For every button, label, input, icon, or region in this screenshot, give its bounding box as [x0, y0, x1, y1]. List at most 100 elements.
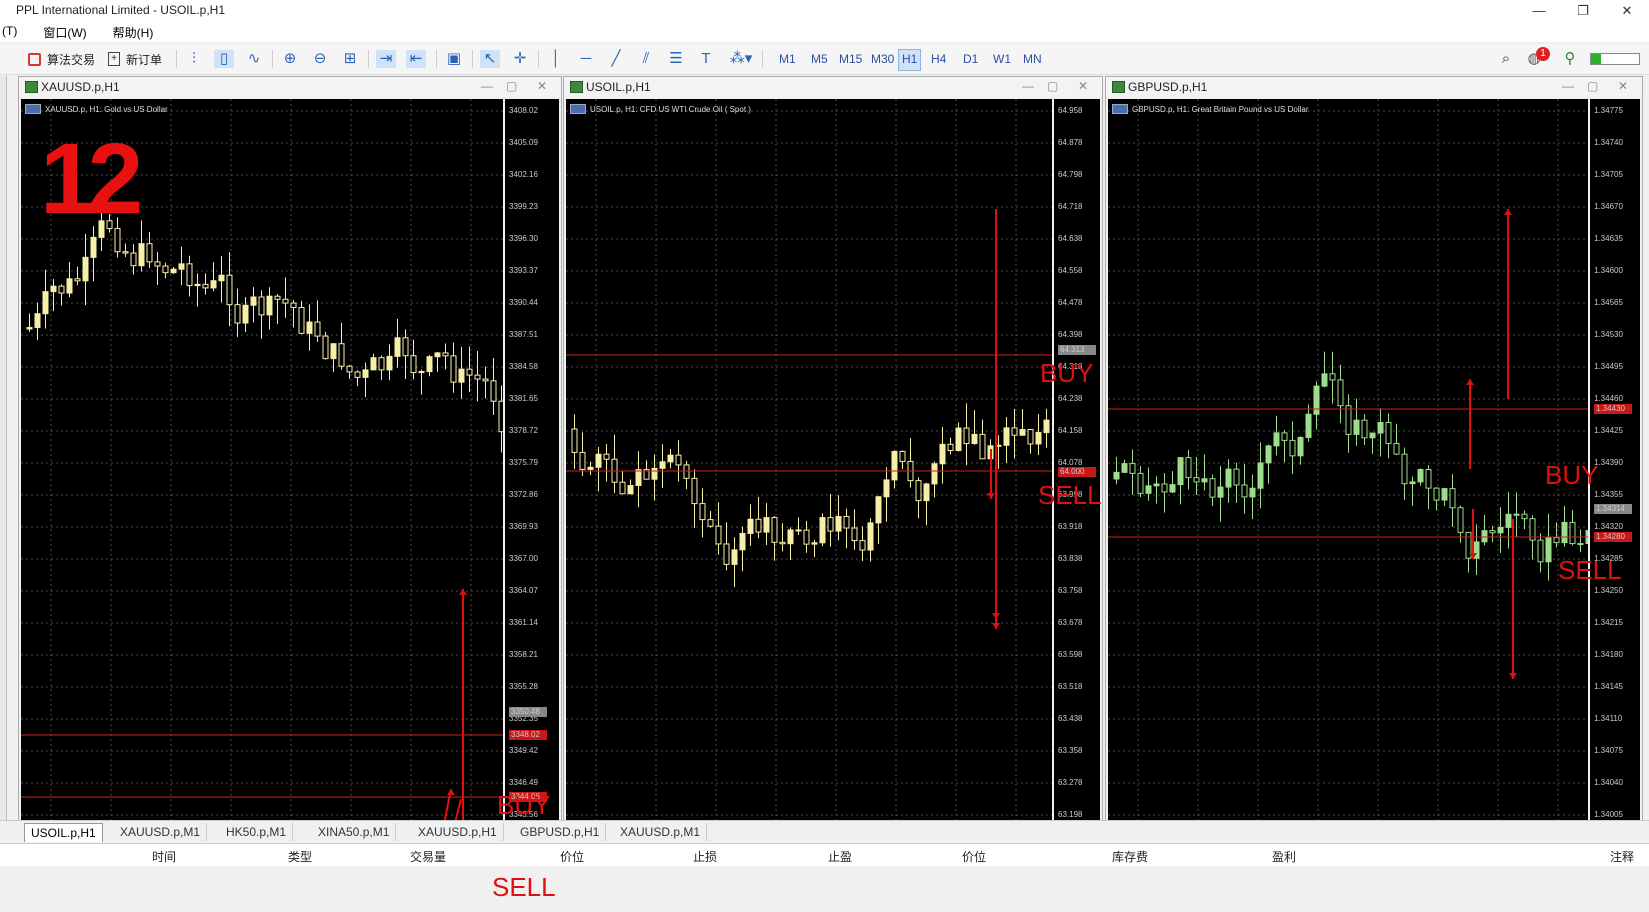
new-order-button[interactable]: + 新订单: [108, 48, 162, 70]
signal-icon[interactable]: ⚲: [1560, 50, 1580, 68]
tile-windows-icon[interactable]: ⊞: [340, 50, 360, 68]
timeframe-h1[interactable]: H1: [898, 49, 922, 71]
price-tick: 64.398: [1058, 330, 1083, 339]
chart-plot[interactable]: USOIL.p, H1: CFD US WTI Crude Oil ( Spot…: [566, 99, 1052, 825]
chart-symbol-description: GBPUSD.p, H1: Great Britain Pound vs US …: [1132, 104, 1309, 114]
minimize-button[interactable]: —: [1517, 0, 1561, 22]
candle-body: [659, 461, 666, 469]
candle-body: [1241, 484, 1248, 498]
candle-body: [450, 355, 457, 383]
tab-xauusd-h1[interactable]: XAUUSD.p,H1: [412, 823, 504, 841]
col-profit[interactable]: 盈利: [1272, 848, 1296, 865]
minimize-chart-icon[interactable]: —: [1022, 79, 1034, 93]
timeframe-mn[interactable]: MN: [1020, 49, 1045, 69]
price-tick: 1.34600: [1594, 266, 1623, 275]
col-swap[interactable]: 库存费: [1112, 848, 1148, 865]
bar-chart-icon[interactable]: ⫶: [184, 50, 204, 68]
tab-xauusd-m1[interactable]: XAUUSD.p,M1: [114, 823, 208, 841]
candle-body: [1217, 486, 1224, 498]
col-current-price[interactable]: 价位: [962, 848, 986, 865]
autoscroll-icon[interactable]: ⇥: [376, 50, 396, 68]
candle-body: [250, 296, 257, 306]
candle-body: [1027, 428, 1034, 445]
price-axis[interactable]: 64.958 64.878 64.798 64.718 64.638 64.558 64.4…: [1054, 99, 1100, 825]
fibonacci-icon[interactable]: ☰: [666, 50, 686, 68]
timeframe-d1[interactable]: D1: [960, 49, 981, 69]
chart-window-titlebar[interactable]: USOIL.p,H1 — ▢ ✕: [564, 77, 1102, 97]
candle-body: [675, 454, 682, 466]
chart-window[interactable]: USOIL.p,H1 — ▢ ✕ USOIL.p, H1: CFD US WTI Cru…: [563, 76, 1103, 834]
horizontal-line-icon[interactable]: ─: [576, 50, 596, 68]
candle-body: [1161, 483, 1168, 493]
screenshot-icon[interactable]: ▣: [444, 50, 464, 68]
equidistant-channel-icon[interactable]: ⫽: [636, 50, 656, 68]
maximize-chart-icon[interactable]: ▢: [506, 79, 517, 93]
candle-body: [1011, 427, 1018, 436]
price-tick: 3399.23: [509, 202, 538, 211]
menu-tools[interactable]: (T): [0, 22, 27, 42]
close-chart-icon[interactable]: ✕: [537, 79, 547, 93]
shapes-icon[interactable]: ⁂▾: [726, 50, 756, 68]
price-tick: 3372.86: [509, 490, 538, 499]
tab-xina50-m1[interactable]: XINA50.p,M1: [312, 823, 397, 841]
maximize-chart-icon[interactable]: ▢: [1047, 79, 1058, 93]
close-button[interactable]: ✕: [1605, 0, 1649, 22]
candle-body: [354, 371, 361, 378]
price-tick: 3375.79: [509, 458, 538, 467]
candle-body: [498, 400, 503, 433]
close-chart-icon[interactable]: ✕: [1078, 79, 1088, 93]
crosshair-icon[interactable]: ✛: [510, 50, 530, 68]
chart-shift-icon[interactable]: ⇤: [406, 50, 426, 68]
algo-trading-button[interactable]: 算法交易: [28, 48, 95, 70]
price-axis[interactable]: 3408.02 3405.09 3402.16 3399.23 3396.30 3393.…: [505, 99, 559, 825]
candle-body: [1521, 513, 1528, 520]
text-icon[interactable]: T: [696, 50, 716, 68]
search-icon[interactable]: ⌕: [1496, 50, 1516, 68]
tab-xauusd-m1-2[interactable]: XAUUSD.p,M1: [614, 823, 708, 841]
col-type[interactable]: 类型: [288, 848, 312, 865]
col-volume[interactable]: 交易量: [410, 848, 446, 865]
line-chart-icon[interactable]: ∿: [244, 50, 264, 68]
col-comment[interactable]: 注释: [1610, 848, 1634, 865]
timeframe-m1[interactable]: M1: [776, 49, 799, 69]
chart-window-titlebar[interactable]: GBPUSD.p,H1 — ▢ ✕: [1106, 77, 1642, 97]
flag-icon: [1112, 104, 1128, 114]
col-stop-loss[interactable]: 止损: [693, 848, 717, 865]
tab-usoil-h1[interactable]: USOIL.p,H1: [24, 823, 103, 842]
col-take-profit[interactable]: 止盈: [828, 848, 852, 865]
minimize-chart-icon[interactable]: —: [1562, 79, 1574, 93]
timeframe-w1[interactable]: W1: [990, 49, 1014, 69]
timeframe-h4[interactable]: H4: [928, 49, 949, 69]
maximize-chart-icon[interactable]: ▢: [1587, 79, 1598, 93]
maximize-button[interactable]: ❐: [1561, 0, 1605, 22]
candle-body: [82, 256, 89, 282]
vertical-line-icon[interactable]: │: [546, 50, 566, 68]
close-chart-icon[interactable]: ✕: [1618, 79, 1628, 93]
chart-window-title: GBPUSD.p,H1: [1128, 80, 1208, 94]
col-price[interactable]: 价位: [560, 848, 584, 865]
trade-columns: 时间 类型 交易量 价位 止损 止盈 价位 库存费 盈利 注释: [0, 843, 1649, 866]
timeframe-m5[interactable]: M5: [808, 49, 831, 69]
zoom-in-icon[interactable]: ⊕: [280, 50, 300, 68]
candle-body: [466, 368, 473, 376]
zoom-out-icon[interactable]: ⊖: [310, 50, 330, 68]
timeframe-m15[interactable]: M15: [836, 49, 865, 69]
candle-body: [1369, 432, 1376, 439]
candlestick-icon[interactable]: ▯: [214, 50, 234, 68]
candle-body: [971, 433, 978, 445]
trendline-icon[interactable]: ╱: [606, 50, 626, 68]
tab-hk50-m1[interactable]: HK50.p,M1: [220, 823, 294, 841]
candle-body: [1193, 477, 1200, 483]
price-tick: 64.558: [1058, 266, 1083, 275]
candle-body: [74, 278, 81, 282]
chart-window[interactable]: GBPUSD.p,H1 — ▢ ✕ GBPUSD.p, H1: Great Britai…: [1105, 76, 1643, 834]
tab-gbpusd-h1[interactable]: GBPUSD.p,H1: [514, 823, 607, 841]
cursor-icon[interactable]: ↖: [480, 50, 500, 68]
chart-plot[interactable]: GBPUSD.p, H1: Great Britain Pound vs US …: [1108, 99, 1588, 825]
minimize-chart-icon[interactable]: —: [481, 79, 493, 93]
col-time[interactable]: 时间: [152, 848, 176, 865]
menu-window[interactable]: 窗口(W): [41, 22, 96, 42]
menu-help[interactable]: 帮助(H): [111, 22, 164, 42]
chart-window-titlebar[interactable]: XAUUSD.p,H1 — ▢ ✕: [19, 77, 561, 97]
timeframe-m30[interactable]: M30: [868, 49, 897, 69]
